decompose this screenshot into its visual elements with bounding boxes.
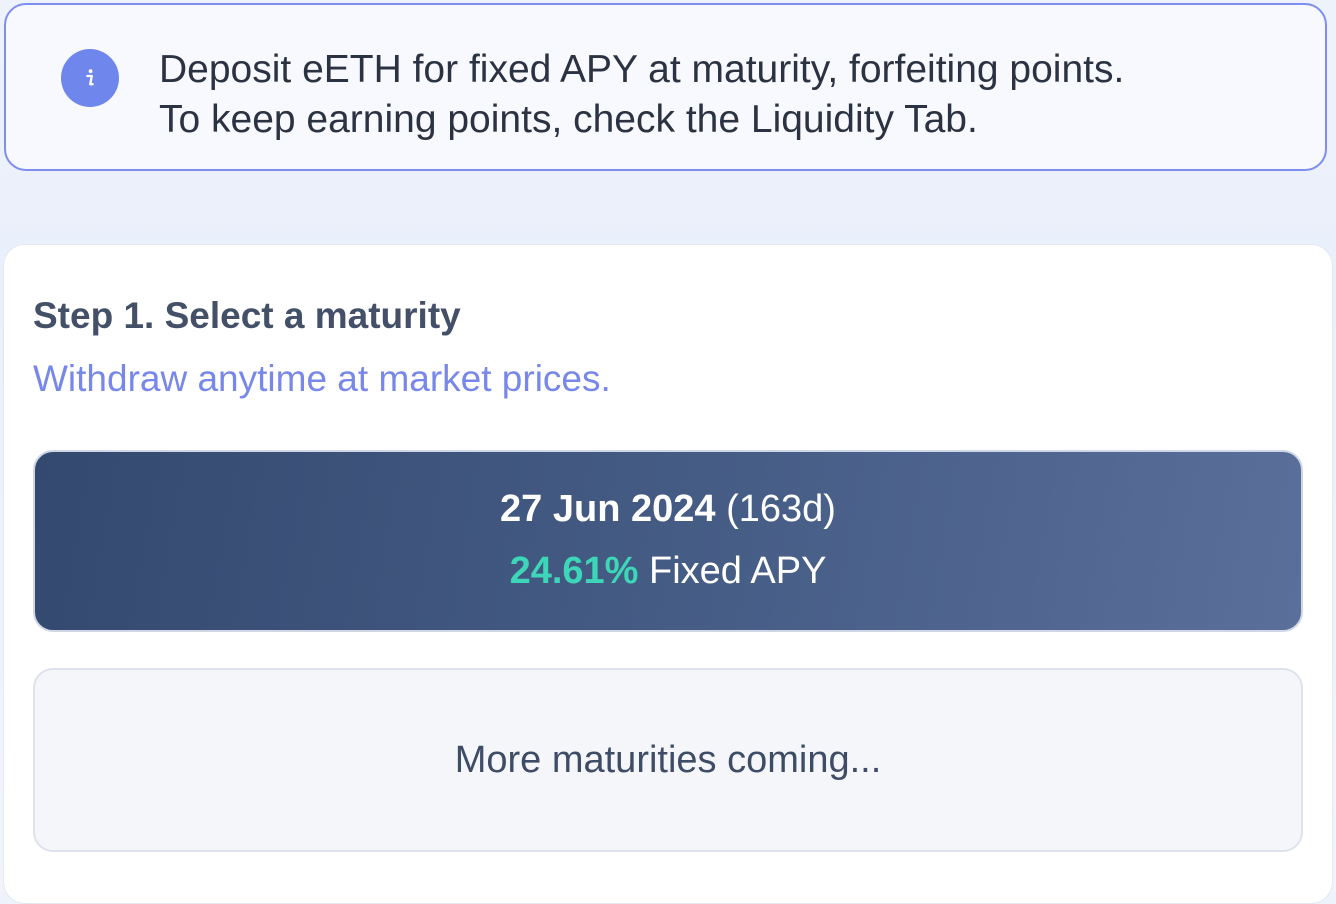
info-message: Deposit eETH for fixed APY at maturity, … [159,45,1124,145]
apy-label: Fixed APY [649,550,827,592]
info-message-line-2: To keep earning points, check the Liquid… [159,98,978,141]
info-icon [61,49,119,107]
maturity-selection-card: Step 1. Select a maturity Withdraw anyti… [3,244,1333,904]
maturity-date-line: 27 Jun 2024 (163d) [35,488,1301,531]
apy-value: 24.61% [509,550,639,592]
maturity-option-selected[interactable]: 27 Jun 2024 (163d) 24.61% Fixed APY [33,450,1303,632]
maturity-date: 27 Jun 2024 [500,488,716,530]
more-maturities-placeholder: More maturities coming... [33,668,1303,852]
maturity-apy-line: 24.61% Fixed APY [35,550,1301,593]
step-title: Step 1. Select a maturity [33,295,461,336]
maturity-days-remaining: (163d) [726,488,836,530]
more-maturities-text: More maturities coming... [454,738,882,781]
info-banner: Deposit eETH for fixed APY at maturity, … [4,3,1327,171]
step-subtitle: Withdraw anytime at market prices. [33,358,611,399]
info-message-line-1: Deposit eETH for fixed APY at maturity, … [159,48,1125,91]
